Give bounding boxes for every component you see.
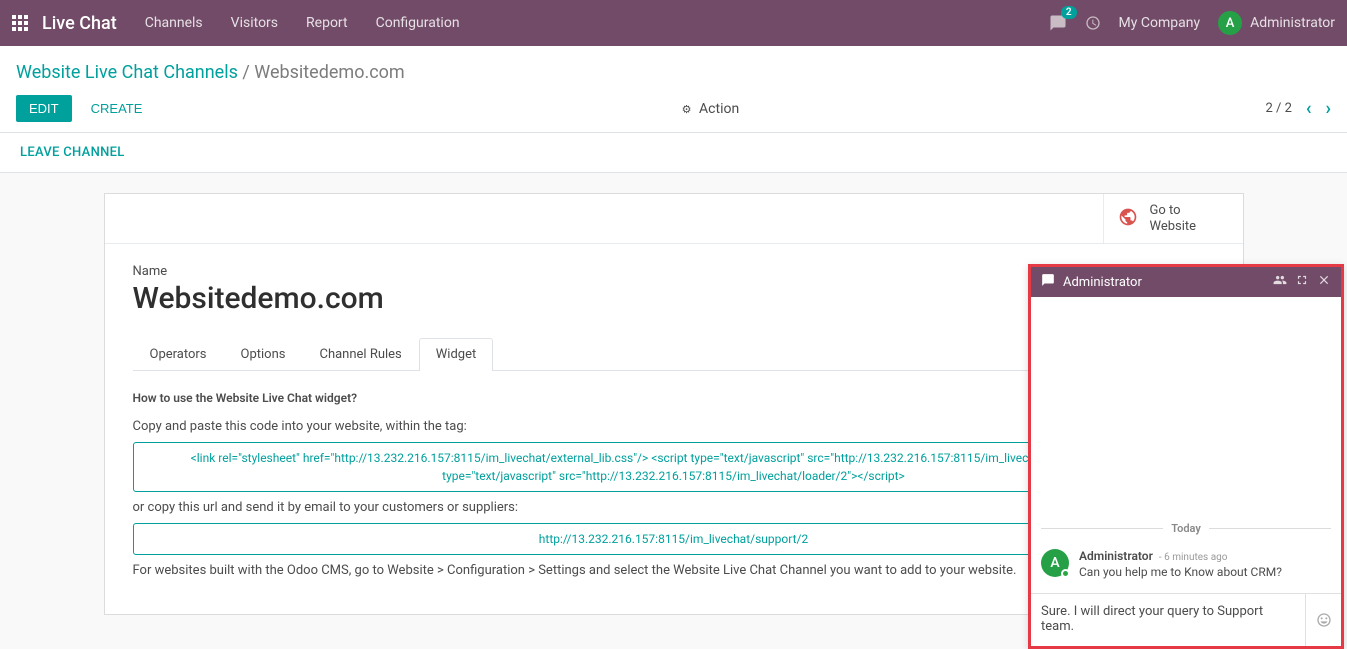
tab-channel-rules[interactable]: Channel Rules (302, 338, 418, 370)
tab-operators[interactable]: Operators (133, 338, 224, 370)
action-dropdown[interactable]: ⚙ Action (682, 101, 740, 117)
breadcrumb-current: Websitedemo.com (254, 62, 404, 83)
chat-body[interactable]: Today A Administrator - 6 minutes ago Ca… (1031, 297, 1341, 593)
message-avatar: A (1041, 549, 1069, 577)
chat-window: Administrator Today A Administrator (1028, 264, 1344, 649)
message-text: Can you help me to Know about CRM? (1079, 565, 1331, 579)
gear-icon: ⚙ (682, 103, 692, 116)
app-brand[interactable]: Live Chat (42, 13, 117, 34)
breadcrumb: Website Live Chat Channels / Websitedemo… (16, 62, 1331, 83)
add-user-icon[interactable] (1273, 273, 1287, 291)
user-name: Administrator (1250, 15, 1335, 31)
control-panel: Website Live Chat Channels / Websitedemo… (0, 46, 1347, 133)
edit-button[interactable]: EDIT (16, 95, 72, 122)
tab-options[interactable]: Options (224, 338, 303, 370)
message-time: - 6 minutes ago (1159, 552, 1228, 563)
apps-icon[interactable] (12, 15, 28, 31)
chat-title: Administrator (1063, 275, 1265, 290)
avatar: A (1218, 11, 1242, 35)
message-count-badge: 2 (1061, 6, 1077, 19)
chat-composer (1031, 593, 1341, 646)
top-navbar: Live Chat Channels Visitors Report Confi… (0, 0, 1347, 46)
breadcrumb-root[interactable]: Website Live Chat Channels (16, 62, 238, 83)
pager-prev[interactable]: ‹ (1306, 98, 1312, 119)
create-button[interactable]: CREATE (78, 95, 156, 122)
status-bar: LEAVE CHANNEL (0, 133, 1347, 173)
chat-icon (1041, 273, 1055, 291)
globe-icon (1118, 207, 1138, 231)
button-box: Go to Website (105, 194, 1243, 244)
pager-next[interactable]: › (1326, 98, 1331, 119)
expand-icon[interactable] (1295, 273, 1309, 291)
nav-report[interactable]: Report (306, 15, 348, 31)
company-switcher[interactable]: My Company (1119, 15, 1201, 31)
presence-dot (1061, 569, 1070, 578)
activity-icon[interactable] (1085, 15, 1101, 31)
message-author: Administrator (1079, 549, 1153, 563)
composer-input[interactable] (1031, 594, 1305, 646)
user-menu[interactable]: A Administrator (1218, 11, 1335, 35)
pager-text: 2 / 2 (1265, 101, 1291, 116)
nav-configuration[interactable]: Configuration (376, 15, 460, 31)
pager: 2 / 2 ‹ › (1265, 98, 1331, 119)
tab-widget[interactable]: Widget (419, 338, 493, 371)
emoji-icon[interactable] (1305, 594, 1341, 646)
leave-channel-button[interactable]: LEAVE CHANNEL (20, 145, 125, 160)
messages-icon[interactable]: 2 (1049, 14, 1067, 32)
date-separator: Today (1041, 522, 1331, 535)
nav-channels[interactable]: Channels (145, 15, 203, 31)
chat-header[interactable]: Administrator (1031, 267, 1341, 297)
go-to-website-button[interactable]: Go to Website (1103, 194, 1243, 243)
nav-visitors[interactable]: Visitors (231, 15, 278, 31)
chat-message: A Administrator - 6 minutes ago Can you … (1041, 545, 1331, 583)
close-icon[interactable] (1317, 273, 1331, 291)
